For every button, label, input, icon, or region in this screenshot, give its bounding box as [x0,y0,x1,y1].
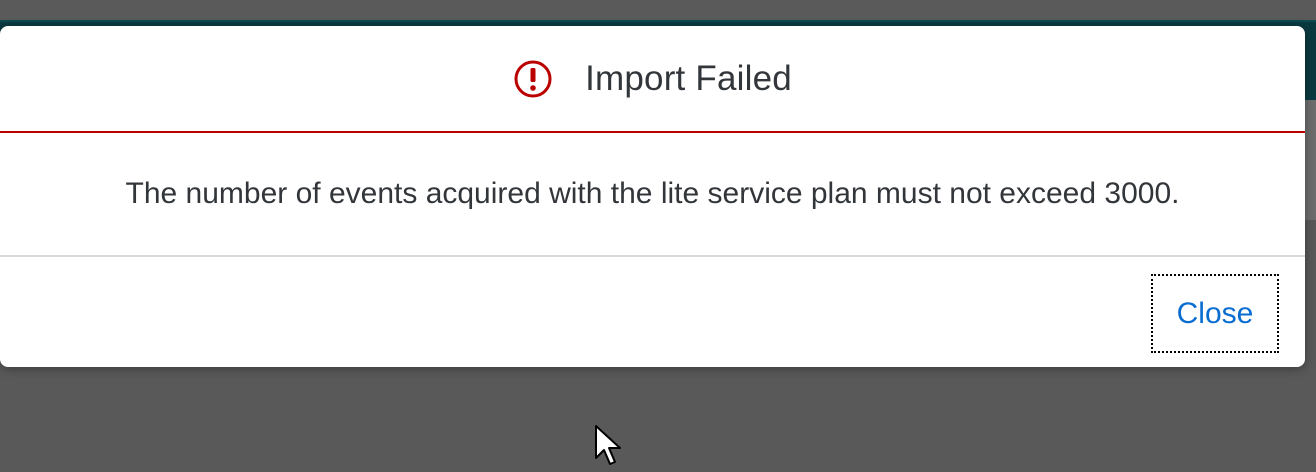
dialog-content: The number of events acquired with the l… [0,133,1305,257]
mouse-pointer-icon [595,425,621,465]
dialog-footer: Close [0,257,1305,367]
dialog-header: Import Failed [0,26,1305,133]
dialog-title: Import Failed [585,58,792,98]
error-dialog: Import Failed The number of events acqui… [0,26,1305,367]
error-message: The number of events acquired with the l… [125,177,1180,210]
error-icon [513,59,553,99]
close-button[interactable]: Close [1151,274,1279,353]
